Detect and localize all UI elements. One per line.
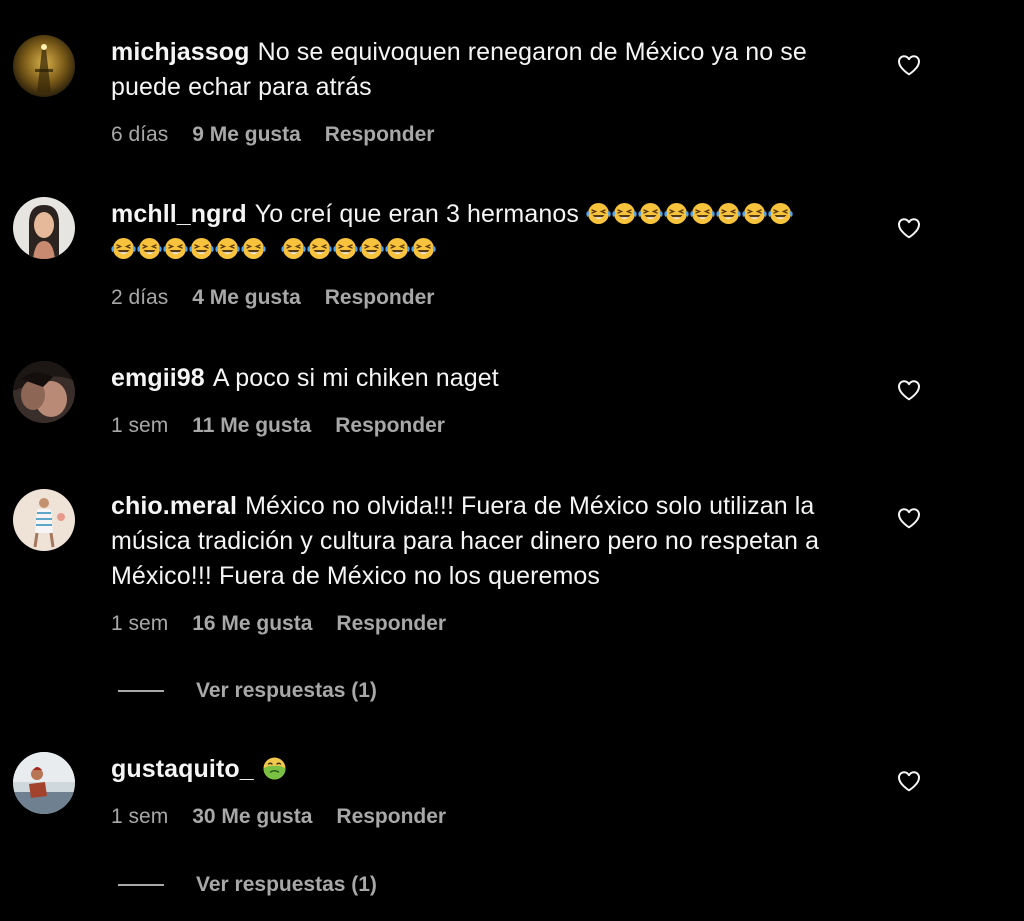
face-with-tears-of-joy-icon <box>742 202 767 225</box>
emoji-group <box>111 235 267 263</box>
comment-username[interactable]: michjassog <box>111 38 250 66</box>
face-with-tears-of-joy-icon <box>241 237 266 260</box>
comment-likes[interactable]: 9 Me gusta <box>192 123 301 146</box>
view-replies-label: Ver respuestas (1) <box>196 873 377 896</box>
comment-username[interactable]: chio.meral <box>111 492 237 520</box>
face-with-tears-of-joy-icon <box>612 202 637 225</box>
comment-text: gustaquito_ <box>111 752 871 787</box>
face-with-tears-of-joy-icon <box>586 202 611 225</box>
comment-text: mchll_ngrd Yo creí que eran 3 hermanos <box>111 197 871 267</box>
avatar-tower-photo-icon <box>13 35 75 97</box>
comment-likes[interactable]: 30 Me gusta <box>192 805 312 828</box>
replies-divider <box>118 884 164 886</box>
nauseated-face-icon <box>262 756 287 781</box>
heart-outline-icon[interactable] <box>897 217 921 239</box>
reply-button[interactable]: Responder <box>336 612 446 635</box>
avatar[interactable] <box>13 361 75 423</box>
avatar[interactable] <box>13 35 75 97</box>
comment-meta: 1 sem 11 Me gusta Responder <box>111 412 445 440</box>
comment-text: michjassog No se equivoquen renegaron de … <box>111 35 871 105</box>
comment-timestamp[interactable]: 1 sem <box>111 414 168 437</box>
avatar-beach-photo-icon <box>13 752 75 814</box>
comment-meta: 1 sem 30 Me gusta Responder <box>111 803 446 831</box>
avatar-woman-photo-icon <box>13 197 75 259</box>
comment-text: chio.meral México no olvida!!! Fuera de M… <box>111 489 871 594</box>
view-replies-button[interactable]: Ver respuestas (1) <box>118 871 377 899</box>
comment-likes[interactable]: 16 Me gusta <box>192 612 312 635</box>
heart-outline-icon[interactable] <box>897 379 921 401</box>
face-with-tears-of-joy-icon <box>411 237 436 260</box>
reply-button[interactable]: Responder <box>336 805 446 828</box>
comment-likes[interactable]: 11 Me gusta <box>192 414 311 437</box>
reply-button[interactable]: Responder <box>325 286 435 309</box>
face-with-tears-of-joy-icon <box>111 237 136 260</box>
avatar[interactable] <box>13 489 75 551</box>
comment-timestamp[interactable]: 2 días <box>111 286 168 309</box>
face-with-tears-of-joy-icon <box>690 202 715 225</box>
heart-outline-icon[interactable] <box>897 507 921 529</box>
avatar-couple-photo-icon <box>13 361 75 423</box>
comment-body: Yo creí que eran 3 hermanos <box>254 200 579 228</box>
face-with-tears-of-joy-icon <box>768 202 793 225</box>
emoji-group <box>281 235 437 263</box>
view-replies-button[interactable]: Ver respuestas (1) <box>118 677 377 705</box>
comment-timestamp[interactable]: 1 sem <box>111 805 168 828</box>
face-with-tears-of-joy-icon <box>716 202 741 225</box>
comment-username[interactable]: mchll_ngrd <box>111 200 247 228</box>
face-with-tears-of-joy-icon <box>359 237 384 260</box>
comment-text: emgii98 A poco si mi chiken naget <box>111 361 871 396</box>
comment-username[interactable]: emgii98 <box>111 364 205 392</box>
heart-outline-icon[interactable] <box>897 54 921 76</box>
face-with-tears-of-joy-icon <box>137 237 162 260</box>
reply-button[interactable]: Responder <box>325 123 435 146</box>
heart-outline-icon[interactable] <box>897 770 921 792</box>
face-with-tears-of-joy-icon <box>189 237 214 260</box>
replies-divider <box>118 690 164 692</box>
face-with-tears-of-joy-icon <box>333 237 358 260</box>
view-replies-label: Ver respuestas (1) <box>196 679 377 702</box>
face-with-tears-of-joy-icon <box>385 237 410 260</box>
reply-button[interactable]: Responder <box>335 414 445 437</box>
comment-body: A poco si mi chiken naget <box>212 364 499 392</box>
avatar[interactable] <box>13 197 75 259</box>
face-with-tears-of-joy-icon <box>215 237 240 260</box>
comment-meta: 2 días 4 Me gusta Responder <box>111 284 434 312</box>
comment-timestamp[interactable]: 6 días <box>111 123 168 146</box>
face-with-tears-of-joy-icon <box>307 237 332 260</box>
face-with-tears-of-joy-icon <box>664 202 689 225</box>
face-with-tears-of-joy-icon <box>163 237 188 260</box>
comment-likes[interactable]: 4 Me gusta <box>192 286 301 309</box>
emoji-group <box>586 200 794 228</box>
avatar[interactable] <box>13 752 75 814</box>
avatar-figure-photo-icon <box>13 489 75 551</box>
comment-username[interactable]: gustaquito_ <box>111 755 254 783</box>
face-with-tears-of-joy-icon <box>638 202 663 225</box>
comment-meta: 1 sem 16 Me gusta Responder <box>111 610 446 638</box>
face-with-tears-of-joy-icon <box>281 237 306 260</box>
comment-timestamp[interactable]: 1 sem <box>111 612 168 635</box>
comment-meta: 6 días 9 Me gusta Responder <box>111 121 434 149</box>
